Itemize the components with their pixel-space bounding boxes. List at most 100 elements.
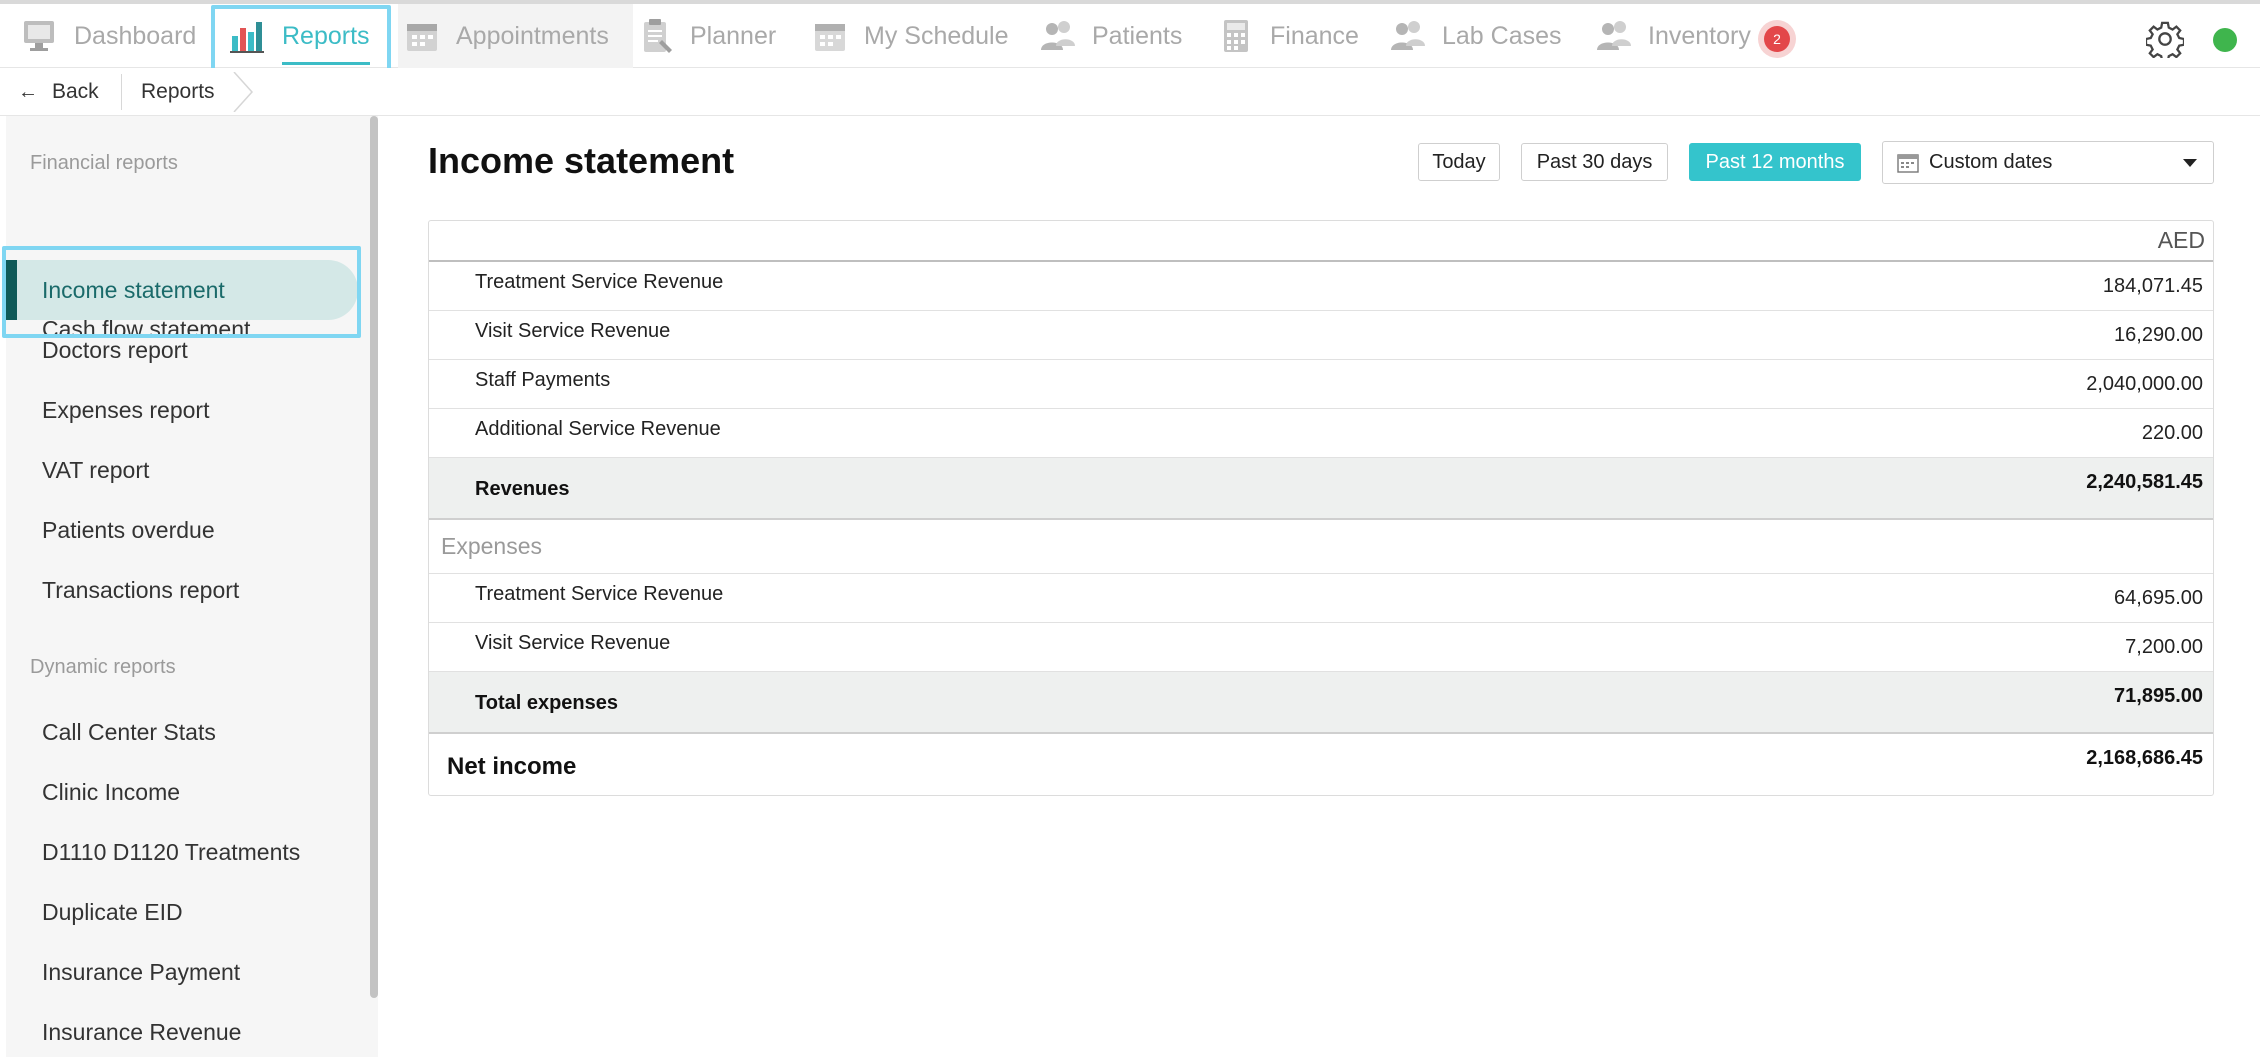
users-icon bbox=[1041, 21, 1075, 50]
nav-dashboard-label: Dashboard bbox=[74, 21, 197, 50]
row-label: Visit Service Revenue bbox=[475, 320, 671, 342]
nav-planner[interactable]: Planner bbox=[636, 4, 776, 68]
filter-past-30-days-button[interactable]: Past 30 days bbox=[1521, 143, 1668, 181]
reports-focus-outline bbox=[211, 5, 391, 76]
row-amount: 2,240,581.45 bbox=[2086, 471, 2203, 493]
sidebar-item-label: D1110 D1120 Treatments bbox=[42, 838, 301, 865]
sidebar-item-duplicate-eid[interactable]: Duplicate EID bbox=[6, 882, 358, 942]
sidebar-item-insurance-payment[interactable]: Insurance Payment bbox=[6, 942, 358, 1002]
row-label: Treatment Service Revenue bbox=[475, 583, 724, 605]
sidebar-item-label: Expenses report bbox=[42, 396, 210, 423]
table-row: Visit Service Revenue 16,290.00 bbox=[429, 311, 2213, 360]
row-label: Net income bbox=[447, 753, 577, 780]
row-amount: 7,200.00 bbox=[2125, 636, 2203, 658]
sidebar-item-label: Insurance Revenue bbox=[42, 1018, 242, 1045]
row-amount: 71,895.00 bbox=[2114, 685, 2203, 707]
page-title: Income statement bbox=[428, 140, 735, 181]
sidebar-item-expenses-report[interactable]: Expenses report bbox=[6, 380, 358, 440]
sidebar-heading-financial: Financial reports bbox=[30, 152, 178, 174]
users-icon bbox=[1391, 21, 1425, 50]
chevron-down-icon bbox=[2183, 159, 2197, 167]
filter-today-button[interactable]: Today bbox=[1418, 143, 1500, 181]
nav-lab-cases-label: Lab Cases bbox=[1442, 21, 1562, 50]
nav-lab-cases[interactable]: Lab Cases bbox=[1388, 4, 1562, 68]
table-row: Staff Payments 2,040,000.00 bbox=[429, 360, 2213, 409]
sidebar-scrollbar[interactable] bbox=[370, 116, 378, 998]
breadcrumb-divider bbox=[121, 74, 122, 110]
chevron-right-icon bbox=[233, 72, 254, 112]
sidebar-item-call-center-stats[interactable]: Call Center Stats bbox=[6, 702, 358, 762]
row-label: Additional Service Revenue bbox=[475, 418, 721, 440]
row-amount: 2,040,000.00 bbox=[2086, 373, 2203, 395]
row-label: Staff Payments bbox=[475, 369, 611, 391]
nav-patients-label: Patients bbox=[1092, 21, 1183, 50]
currency-label: AED bbox=[2157, 227, 2205, 253]
nav-my-schedule[interactable]: My Schedule bbox=[810, 4, 1009, 68]
net-income-row: Net income 2,168,686.45 bbox=[429, 734, 2213, 795]
back-button-label: Back bbox=[52, 80, 99, 103]
table-row: Additional Service Revenue 220.00 bbox=[429, 409, 2213, 458]
custom-dates-label: Custom dates bbox=[1929, 151, 2053, 173]
nav-dashboard[interactable]: Dashboard bbox=[20, 4, 196, 68]
income-statement-focus-outline bbox=[2, 246, 361, 338]
users-icon bbox=[1597, 21, 1631, 50]
sidebar-item-d1110-d1120-treatments[interactable]: D1110 D1120 Treatments bbox=[6, 822, 358, 882]
sidebar-item-clinic-income[interactable]: Clinic Income bbox=[6, 762, 358, 822]
top-navigation: Dashboard Reports Appointments Planner M… bbox=[0, 0, 2260, 76]
nav-appointments-label: Appointments bbox=[456, 21, 609, 50]
calendar-icon bbox=[1897, 153, 1919, 173]
row-label: Visit Service Revenue bbox=[475, 632, 671, 654]
sidebar-item-label: Duplicate EID bbox=[42, 898, 183, 925]
sidebar-heading-dynamic: Dynamic reports bbox=[30, 656, 176, 678]
calculator-icon bbox=[1224, 20, 1248, 52]
row-amount: 2,168,686.45 bbox=[2086, 747, 2203, 769]
sidebar-item-vat-report[interactable]: VAT report bbox=[6, 440, 358, 500]
nav-appointments[interactable]: Appointments bbox=[398, 4, 633, 68]
row-label: Revenues bbox=[475, 478, 570, 500]
income-statement-table: AED Treatment Service Revenue 184,071.45… bbox=[428, 220, 2214, 796]
sidebar-item-insurance-revenue[interactable]: Insurance Revenue bbox=[6, 1002, 358, 1057]
sidebar-item-label: VAT report bbox=[42, 456, 150, 483]
clipboard-icon bbox=[644, 19, 672, 53]
expenses-section-header: Expenses bbox=[429, 520, 2213, 574]
row-amount: 184,071.45 bbox=[2102, 275, 2203, 297]
custom-dates-dropdown[interactable]: Custom dates bbox=[1882, 141, 2214, 184]
table-row: Treatment Service Revenue 64,695.00 bbox=[429, 574, 2213, 623]
monitor-icon bbox=[24, 21, 54, 51]
row-amount: 16,290.00 bbox=[2114, 324, 2203, 346]
nav-planner-label: Planner bbox=[690, 21, 777, 50]
nav-inventory[interactable]: Inventory bbox=[1594, 4, 1751, 68]
sidebar-item-patients-overdue[interactable]: Patients overdue bbox=[6, 500, 358, 560]
row-label: Total expenses bbox=[475, 692, 619, 714]
nav-patients[interactable]: Patients bbox=[1038, 4, 1182, 68]
table-header: AED bbox=[429, 221, 2213, 262]
sidebar-item-label: Doctors report bbox=[42, 336, 188, 363]
row-amount: 220.00 bbox=[2141, 422, 2203, 444]
nav-my-schedule-label: My Schedule bbox=[864, 21, 1009, 50]
online-status-indicator bbox=[2213, 28, 2237, 52]
row-amount: 64,695.00 bbox=[2114, 587, 2203, 609]
nav-finance[interactable]: Finance bbox=[1216, 4, 1359, 68]
row-label: Treatment Service Revenue bbox=[475, 271, 724, 293]
table-row: Treatment Service Revenue 184,071.45 bbox=[429, 262, 2213, 311]
sidebar-item-label: Call Center Stats bbox=[42, 718, 216, 745]
section-label: Expenses bbox=[441, 533, 543, 559]
table-row: Visit Service Revenue 7,200.00 bbox=[429, 623, 2213, 672]
gear-icon[interactable] bbox=[2146, 20, 2184, 58]
sidebar-item-label: Clinic Income bbox=[42, 778, 181, 805]
revenues-total-row: Revenues 2,240,581.45 bbox=[429, 458, 2213, 520]
sidebar-item-label: Transactions report bbox=[42, 576, 240, 603]
back-button[interactable]: ← Back bbox=[18, 68, 99, 116]
nav-inventory-label: Inventory bbox=[1648, 21, 1751, 50]
calendar-icon bbox=[407, 24, 437, 51]
inventory-notification-badge[interactable]: 2 bbox=[1758, 20, 1796, 58]
sidebar-item-label: Patients overdue bbox=[42, 516, 215, 543]
breadcrumb: ← Back Reports bbox=[0, 68, 2260, 116]
filter-past-12-months-button[interactable]: Past 12 months bbox=[1689, 143, 1861, 181]
arrow-left-icon: ← bbox=[18, 80, 38, 103]
calendar-icon bbox=[815, 24, 845, 51]
inventory-badge-count: 2 bbox=[1764, 26, 1790, 52]
nav-finance-label: Finance bbox=[1270, 21, 1359, 50]
sidebar-item-transactions-report[interactable]: Transactions report bbox=[6, 560, 358, 620]
breadcrumb-current[interactable]: Reports bbox=[141, 68, 215, 116]
